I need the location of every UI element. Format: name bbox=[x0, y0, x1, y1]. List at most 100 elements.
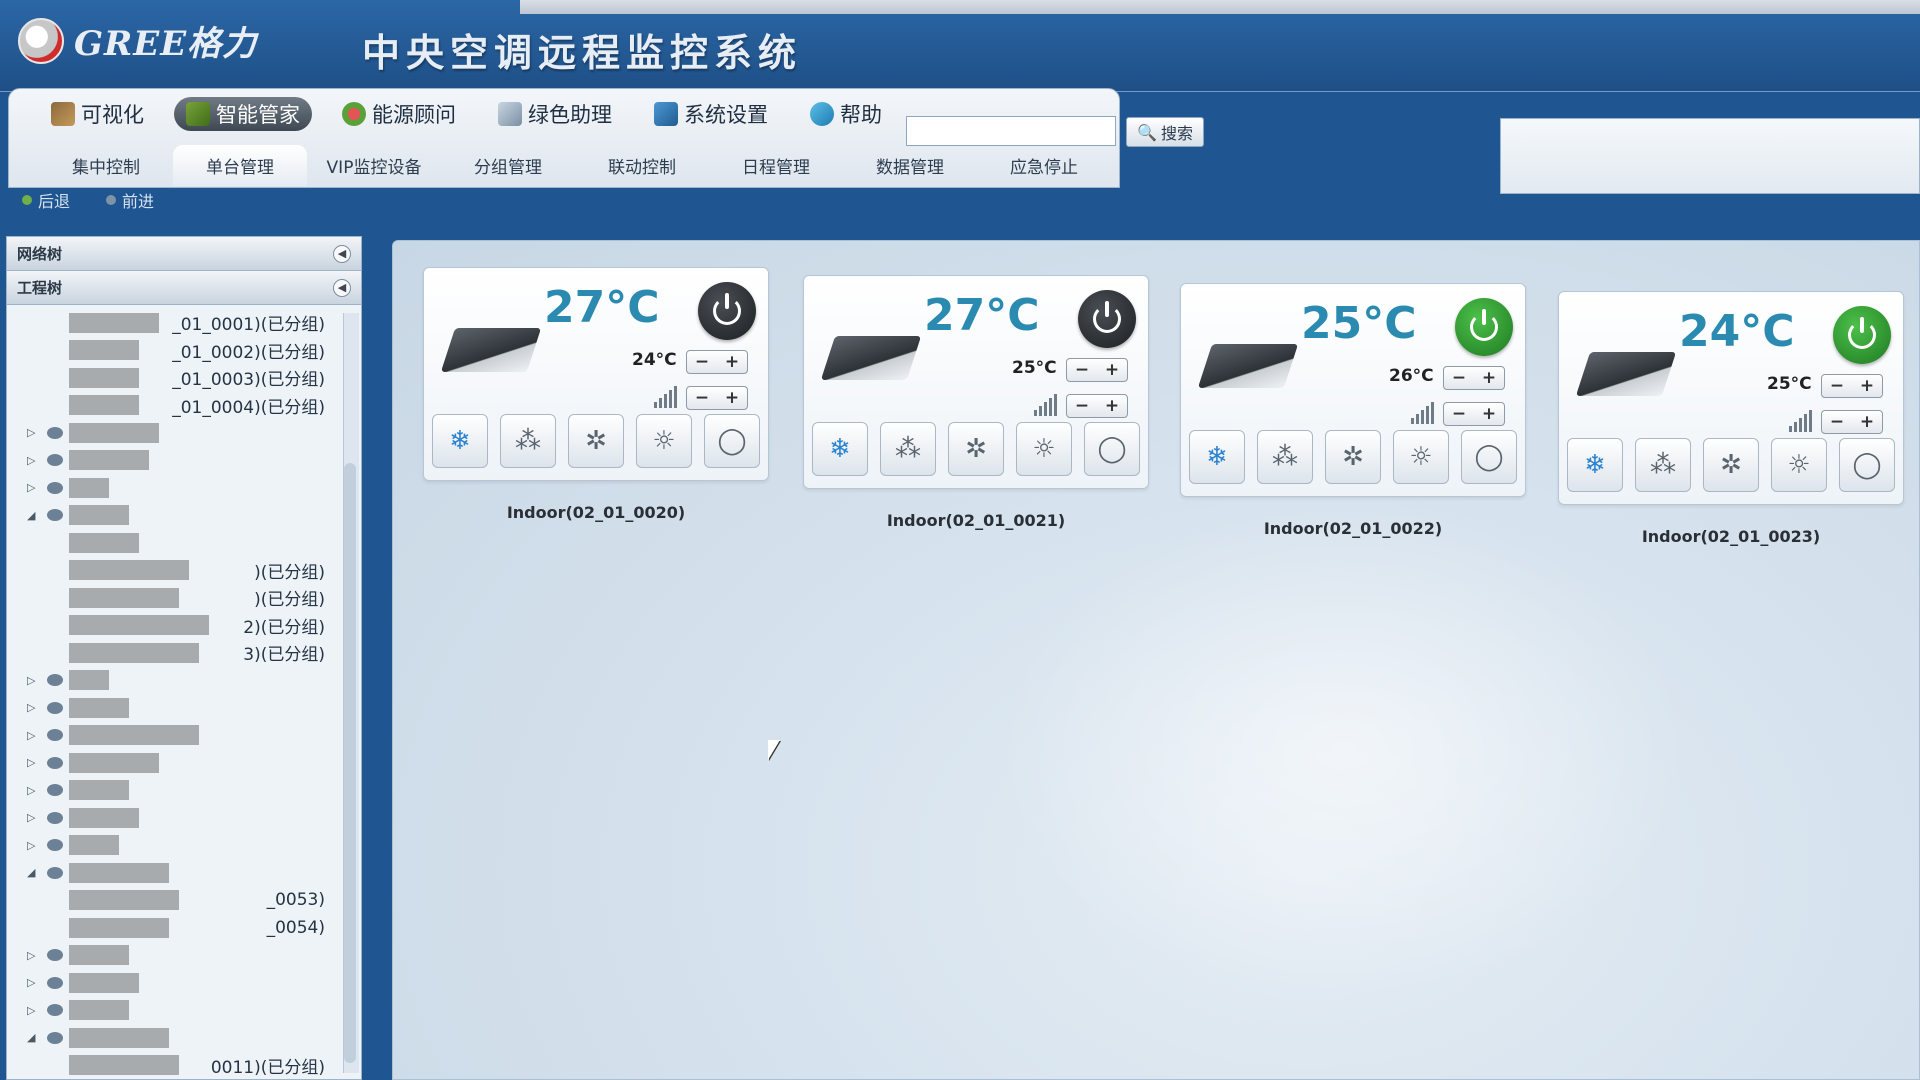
subtab-emergency-stop[interactable]: 应急停止 bbox=[977, 145, 1111, 186]
expand-arrow-icon[interactable]: ▷ bbox=[27, 454, 35, 467]
temp-plus-button[interactable]: + bbox=[1860, 376, 1874, 396]
snowflake-mode-button[interactable]: ❄ bbox=[812, 422, 868, 476]
collapse-icon[interactable]: ◀ bbox=[333, 244, 351, 263]
expand-arrow-icon[interactable]: ▷ bbox=[27, 756, 35, 769]
search-input[interactable] bbox=[906, 116, 1116, 146]
sun-mode-button[interactable]: ☼ bbox=[1771, 438, 1827, 492]
expand-arrow-icon[interactable]: ◢ bbox=[27, 866, 35, 879]
tree-item[interactable]: ▷ bbox=[7, 419, 361, 447]
power-button[interactable] bbox=[1833, 306, 1891, 364]
tree-item[interactable]: ◢ bbox=[7, 1024, 361, 1052]
snowflake-mode-button[interactable]: ❄ bbox=[432, 414, 488, 468]
project-tree-header[interactable]: 工程树 ◀ bbox=[7, 271, 361, 305]
subtab-single-unit[interactable]: 单台管理 bbox=[173, 145, 307, 186]
expand-arrow-icon[interactable]: ▷ bbox=[27, 729, 35, 742]
tree-item[interactable]: ▷ bbox=[7, 667, 361, 695]
snowflake-mode-button[interactable]: ❄ bbox=[1567, 438, 1623, 492]
dry-mode-button[interactable]: ⁂ bbox=[1635, 438, 1691, 492]
tree-item[interactable]: ▷ bbox=[7, 777, 361, 805]
subtab-central-control[interactable]: 集中控制 bbox=[39, 145, 173, 186]
sun-mode-button[interactable]: ☼ bbox=[636, 414, 692, 468]
tree-item[interactable]: ◢ bbox=[7, 859, 361, 887]
temp-plus-button[interactable]: + bbox=[1482, 368, 1496, 388]
unit-card[interactable]: 27°C 24°C − + − + ❄ ⁂ ✲ ☼ ◯ bbox=[423, 267, 769, 481]
tab-energy-advisor[interactable]: 能源顾问 bbox=[330, 97, 468, 131]
network-tree-header[interactable]: 网络树 ◀ bbox=[7, 237, 361, 271]
tree-item[interactable]: ◢ bbox=[7, 502, 361, 530]
fan-plus-button[interactable]: + bbox=[1860, 412, 1874, 432]
temp-minus-button[interactable]: − bbox=[1075, 360, 1089, 380]
dry-mode-button[interactable]: ⁂ bbox=[1257, 430, 1313, 484]
tab-smart-manager[interactable]: 智能管家 bbox=[174, 97, 312, 131]
tree-item[interactable]: ▷ bbox=[7, 447, 361, 475]
snowflake-mode-button[interactable]: ❄ bbox=[1189, 430, 1245, 484]
expand-arrow-icon[interactable]: ▷ bbox=[27, 976, 35, 989]
auto-mode-button[interactable]: ◯ bbox=[1084, 422, 1140, 476]
unit-card[interactable]: 24°C 25°C − + − + ❄ ⁂ ✲ ☼ ◯ bbox=[1558, 291, 1904, 505]
tree-item[interactable]: _01_0003)(已分组) bbox=[7, 364, 361, 392]
tree-item[interactable]: ▷ bbox=[7, 997, 361, 1025]
tree-item[interactable]: _01_0004)(已分组) bbox=[7, 392, 361, 420]
expand-arrow-icon[interactable]: ◢ bbox=[27, 1031, 35, 1044]
power-button[interactable] bbox=[698, 282, 756, 340]
temp-minus-button[interactable]: − bbox=[695, 352, 709, 372]
power-button[interactable] bbox=[1455, 298, 1513, 356]
expand-arrow-icon[interactable]: ▷ bbox=[27, 426, 35, 439]
temp-plus-button[interactable]: + bbox=[725, 352, 739, 372]
fan-plus-button[interactable]: + bbox=[1482, 404, 1496, 424]
tree-item[interactable]: 2)(已分组) bbox=[7, 612, 361, 640]
auto-mode-button[interactable]: ◯ bbox=[704, 414, 760, 468]
fan-minus-button[interactable]: − bbox=[1075, 396, 1089, 416]
tab-system-settings[interactable]: 系统设置 bbox=[642, 97, 780, 131]
subtab-data-management[interactable]: 数据管理 bbox=[843, 145, 977, 186]
fan-mode-button[interactable]: ✲ bbox=[1325, 430, 1381, 484]
subtab-linkage-control[interactable]: 联动控制 bbox=[575, 145, 709, 186]
tab-help[interactable]: 帮助 bbox=[798, 97, 894, 131]
tree-item[interactable]: _01_0001)(已分组) bbox=[7, 309, 361, 337]
sun-mode-button[interactable]: ☼ bbox=[1393, 430, 1449, 484]
fan-plus-button[interactable]: + bbox=[725, 388, 739, 408]
tree-item[interactable]: ▷ bbox=[7, 942, 361, 970]
tree-item[interactable]: ▷ bbox=[7, 722, 361, 750]
tab-green-assistant[interactable]: 绿色助理 bbox=[486, 97, 624, 131]
expand-arrow-icon[interactable]: ▷ bbox=[27, 701, 35, 714]
tree-item[interactable]: _0054) bbox=[7, 914, 361, 942]
tab-visualization[interactable]: 可视化 bbox=[39, 97, 156, 131]
expand-arrow-icon[interactable]: ▷ bbox=[27, 811, 35, 824]
tree-item[interactable]: ▷ bbox=[7, 969, 361, 997]
expand-arrow-icon[interactable]: ▷ bbox=[27, 674, 35, 687]
fan-minus-button[interactable]: − bbox=[1452, 404, 1466, 424]
auto-mode-button[interactable]: ◯ bbox=[1839, 438, 1895, 492]
subtab-vip-devices[interactable]: VIP监控设备 bbox=[307, 145, 441, 186]
auto-mode-button[interactable]: ◯ bbox=[1461, 430, 1517, 484]
forward-button[interactable]: 前进 bbox=[106, 188, 154, 212]
fan-mode-button[interactable]: ✲ bbox=[568, 414, 624, 468]
tree-item[interactable]: )(已分组) bbox=[7, 584, 361, 612]
fan-minus-button[interactable]: − bbox=[1830, 412, 1844, 432]
tree-item[interactable]: ▷ bbox=[7, 474, 361, 502]
subtab-group-management[interactable]: 分组管理 bbox=[441, 145, 575, 186]
tree-item[interactable]: ▷ bbox=[7, 749, 361, 777]
tree-item[interactable]: ▷ bbox=[7, 694, 361, 722]
expand-arrow-icon[interactable]: ▷ bbox=[27, 784, 35, 797]
tree-item[interactable] bbox=[7, 529, 361, 557]
fan-minus-button[interactable]: − bbox=[695, 388, 709, 408]
dry-mode-button[interactable]: ⁂ bbox=[880, 422, 936, 476]
expand-arrow-icon[interactable]: ▷ bbox=[27, 839, 35, 852]
tree-item[interactable]: 3)(已分组) bbox=[7, 639, 361, 667]
tree-item[interactable]: _0053) bbox=[7, 887, 361, 915]
tree-item[interactable]: ▷ bbox=[7, 804, 361, 832]
temp-plus-button[interactable]: + bbox=[1105, 360, 1119, 380]
back-button[interactable]: 后退 bbox=[22, 188, 70, 212]
subtab-schedule[interactable]: 日程管理 bbox=[709, 145, 843, 186]
fan-mode-button[interactable]: ✲ bbox=[1703, 438, 1759, 492]
tree-item[interactable]: _01_0002)(已分组) bbox=[7, 337, 361, 365]
search-button[interactable]: 🔍 搜索 bbox=[1126, 117, 1204, 147]
power-button[interactable] bbox=[1078, 290, 1136, 348]
expand-arrow-icon[interactable]: ▷ bbox=[27, 481, 35, 494]
temp-minus-button[interactable]: − bbox=[1452, 368, 1466, 388]
expand-arrow-icon[interactable]: ◢ bbox=[27, 509, 35, 522]
fan-plus-button[interactable]: + bbox=[1105, 396, 1119, 416]
dry-mode-button[interactable]: ⁂ bbox=[500, 414, 556, 468]
unit-card[interactable]: 25°C 26°C − + − + ❄ ⁂ ✲ ☼ ◯ bbox=[1180, 283, 1526, 497]
